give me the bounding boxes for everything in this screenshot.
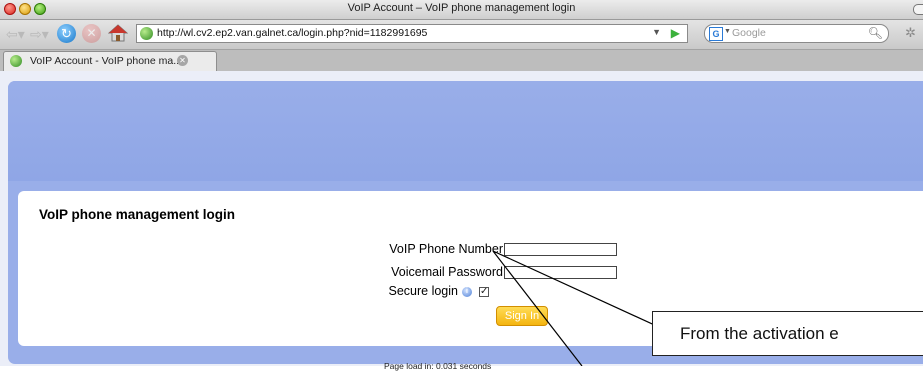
- tab-favicon-icon: [10, 55, 22, 67]
- secure-login-label: Secure login: [388, 284, 459, 298]
- magnifier-icon[interactable]: 🔍︎: [868, 26, 883, 40]
- voicemail-password-field[interactable]: [504, 266, 617, 279]
- url-text[interactable]: http://wl.cv2.ep2.van.galnet.ca/login.ph…: [157, 27, 427, 39]
- toolbar-toggle-icon[interactable]: [913, 4, 923, 15]
- window-title: VoIP Account – VoIP phone management log…: [347, 2, 576, 14]
- annotation-text: From the activation e: [680, 324, 839, 343]
- info-icon[interactable]: i: [462, 287, 472, 297]
- navigation-toolbar: ⇦▾ ⇨▾ ↻ ✕ http://wl.cv2.ep2.van.galnet.c…: [0, 20, 923, 49]
- search-bar[interactable]: G ▼ Google 🔍︎: [704, 24, 889, 43]
- search-input[interactable]: Google: [732, 27, 766, 39]
- secure-login-checkbox[interactable]: ✓: [479, 287, 489, 297]
- sign-in-button[interactable]: Sign In: [496, 306, 548, 326]
- page-banner: [8, 81, 923, 181]
- settings-gear-icon[interactable]: ✲: [905, 25, 916, 41]
- go-arrow-icon[interactable]: ▶: [671, 26, 680, 40]
- back-arrow-icon[interactable]: ⇦▾: [6, 25, 25, 43]
- tab-close-icon[interactable]: ✕: [177, 55, 188, 66]
- address-bar[interactable]: http://wl.cv2.ep2.van.galnet.ca/login.ph…: [136, 24, 688, 43]
- search-engine-icon[interactable]: G: [709, 27, 723, 41]
- window-titlebar: VoIP Account – VoIP phone management log…: [0, 0, 923, 20]
- tab-strip: VoIP Account - VoIP phone ma... ✕: [0, 49, 923, 72]
- phone-number-field[interactable]: [504, 243, 617, 256]
- forward-arrow-icon[interactable]: ⇨▾: [30, 25, 49, 43]
- reload-icon[interactable]: ↻: [57, 24, 76, 43]
- voicemail-password-label: Voicemail Password: [391, 265, 503, 279]
- login-heading: VoIP phone management login: [39, 207, 236, 222]
- site-globe-icon: [140, 27, 153, 40]
- home-icon[interactable]: [108, 23, 128, 43]
- annotation-callout: From the activation e: [652, 311, 923, 356]
- stop-icon[interactable]: ✕: [82, 24, 101, 43]
- phone-number-label: VoIP Phone Number: [389, 242, 503, 256]
- tab-voip-account[interactable]: VoIP Account - VoIP phone ma... ✕: [3, 51, 217, 71]
- dropdown-arrow-icon[interactable]: ▼: [652, 27, 661, 37]
- tab-label: VoIP Account - VoIP phone ma...: [30, 55, 182, 67]
- search-engine-caret-icon[interactable]: ▼: [724, 28, 731, 35]
- page-load-time: Page load in: 0.031 seconds: [384, 361, 492, 371]
